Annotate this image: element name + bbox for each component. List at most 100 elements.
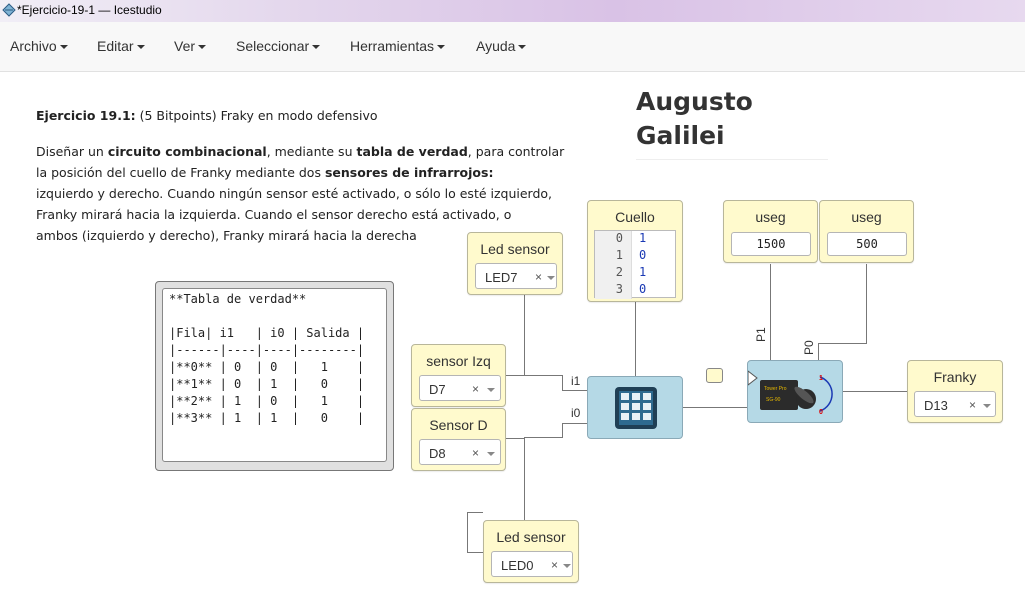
select-value: D13 [924, 398, 948, 413]
table-row: 01 [595, 231, 675, 248]
port-label-i0: i0 [571, 406, 581, 420]
menu-label: Archivo [10, 38, 57, 54]
cuello-table[interactable]: 01 10 21 30 [594, 230, 676, 299]
desc-bold: sensores de infrarrojos [324, 165, 489, 180]
useg-value-2[interactable]: 500 [827, 232, 907, 256]
port-label-i1: i1 [571, 374, 581, 388]
clear-icon[interactable]: × [472, 446, 479, 460]
block-label: sensor Izq [426, 353, 491, 369]
desc-text: ambos (izquierdo y derecho), Franky mira… [36, 228, 417, 243]
desc-text: Diseñar un [36, 144, 108, 159]
row-address: 0 [615, 231, 623, 245]
truth-table-block[interactable] [587, 376, 683, 439]
franky-select[interactable]: D13 × [914, 391, 996, 417]
menu-label: Ver [174, 38, 196, 54]
block-label: Cuello [615, 209, 655, 225]
row-address: 3 [615, 282, 623, 296]
row-value: 1 [639, 231, 647, 245]
servo-mark-0: 0 [819, 409, 823, 416]
servo-mark-1: 1 [819, 375, 823, 382]
menu-label: Editar [97, 38, 134, 54]
row-address: 2 [615, 265, 623, 279]
caret-down-icon [136, 45, 145, 50]
port-label-p0: P0 [802, 340, 816, 355]
memo-text: **Tabla de verdad** |Fila| i1 | i0 | Sal… [169, 292, 365, 425]
menu-seleccionar[interactable]: Seleccionar [236, 38, 321, 54]
caret-down-icon [518, 45, 527, 50]
memo-editor[interactable]: **Tabla de verdad** |Fila| i1 | i0 | Sal… [162, 288, 387, 462]
sensor-izq-select[interactable]: D7 × [419, 375, 501, 401]
block-label: useg [851, 209, 882, 225]
chevron-down-icon[interactable] [487, 452, 495, 456]
chevron-down-icon[interactable] [983, 404, 991, 408]
sensor-d-select[interactable]: D8 × [419, 439, 501, 465]
desc-bold: circuito combinacional [107, 144, 267, 159]
grid-table-icon [615, 387, 657, 429]
useg-block-1[interactable]: useg 1500 [723, 200, 818, 263]
caret-down-icon [437, 45, 446, 50]
useg-value-1[interactable]: 1500 [731, 232, 811, 256]
menu-label: Ayuda [476, 38, 516, 54]
block-label: Led sensor [480, 241, 550, 257]
menu-ver[interactable]: Ver [174, 38, 207, 54]
row-value: 0 [639, 248, 647, 262]
block-label: useg [755, 209, 786, 225]
clear-icon[interactable]: × [472, 382, 479, 396]
servo-model: SG-90 [766, 397, 781, 403]
caret-down-icon [312, 45, 321, 50]
chevron-down-icon[interactable] [487, 388, 495, 392]
block-label: Franky [933, 369, 977, 385]
menu-archivo[interactable]: Archivo [10, 38, 68, 54]
led-sensor-bottom-select[interactable]: LED0 × [491, 551, 573, 577]
led-sensor-bottom-block[interactable]: Led sensor LED0 × [483, 520, 579, 583]
table-row: 21 [595, 265, 675, 282]
select-value: LED7 [485, 270, 518, 285]
desc-text: Franky mirará hacia la izquierda. Cuando… [36, 207, 512, 222]
truth-table-memo[interactable]: **Tabla de verdad** |Fila| i1 | i0 | Sal… [155, 281, 394, 471]
window-titlebar: *Ejercicio-19-1 — Icestudio [0, 0, 1025, 23]
caret-down-icon [198, 45, 207, 50]
franky-block[interactable]: Franky D13 × [907, 360, 1003, 423]
menu-herramientas[interactable]: Herramientas [350, 38, 446, 54]
row-address: 1 [615, 248, 623, 262]
desc-text: , para controlar [467, 144, 565, 159]
table-row: 30 [595, 282, 675, 299]
desc-bold: : [488, 165, 494, 180]
desc-bold: tabla de verdad [356, 144, 468, 159]
menu-editar[interactable]: Editar [97, 38, 145, 54]
exercise-title-rest: (5 Bitpoints) Fraky en modo defensivo [135, 108, 378, 123]
chevron-down-icon[interactable] [563, 564, 571, 568]
clear-icon[interactable]: × [551, 558, 558, 572]
useg-block-2[interactable]: useg 500 [819, 200, 914, 263]
menu-label: Seleccionar [236, 38, 310, 54]
desc-text: izquierdo y derecho. Cuando ningún senso… [36, 186, 553, 201]
caret-down-icon [59, 45, 68, 50]
select-value: D8 [429, 446, 446, 461]
block-label: Led sensor [496, 529, 566, 545]
icestudio-logo-icon [2, 3, 16, 17]
table-row: 10 [595, 248, 675, 265]
row-value: 0 [639, 282, 647, 296]
exercise-title: Ejercicio 19.1: (5 Bitpoints) Fraky en m… [36, 108, 596, 123]
constant-input-block[interactable] [706, 368, 723, 383]
row-value: 1 [639, 265, 647, 279]
led-sensor-top-block[interactable]: Led sensor LED7 × [467, 232, 563, 295]
port-label-p1: P1 [754, 327, 768, 342]
desc-text: , mediante su [266, 144, 357, 159]
select-value: D7 [429, 382, 446, 397]
window-title: *Ejercicio-19-1 — Icestudio [17, 3, 162, 17]
sensor-izq-block[interactable]: sensor Izq D7 × [411, 344, 506, 407]
select-value: LED0 [501, 558, 534, 573]
exercise-description: Diseñar un circuito combinacional, media… [36, 141, 596, 246]
servo-brand: Tower Pro [764, 386, 787, 392]
menu-ayuda[interactable]: Ayuda [476, 38, 527, 54]
led-sensor-top-select[interactable]: LED7 × [475, 263, 557, 289]
author-heading: Augusto Galilei [636, 85, 828, 160]
sensor-d-block[interactable]: Sensor D D8 × [411, 408, 506, 471]
clear-icon[interactable]: × [969, 398, 976, 412]
clear-icon[interactable]: × [535, 270, 542, 284]
chevron-down-icon[interactable] [547, 276, 555, 280]
exercise-title-bold: Ejercicio 19.1: [36, 108, 136, 123]
servo-block[interactable]: Tower Pro SG-90 1 0 [747, 360, 843, 423]
block-label: Sensor D [429, 417, 488, 433]
